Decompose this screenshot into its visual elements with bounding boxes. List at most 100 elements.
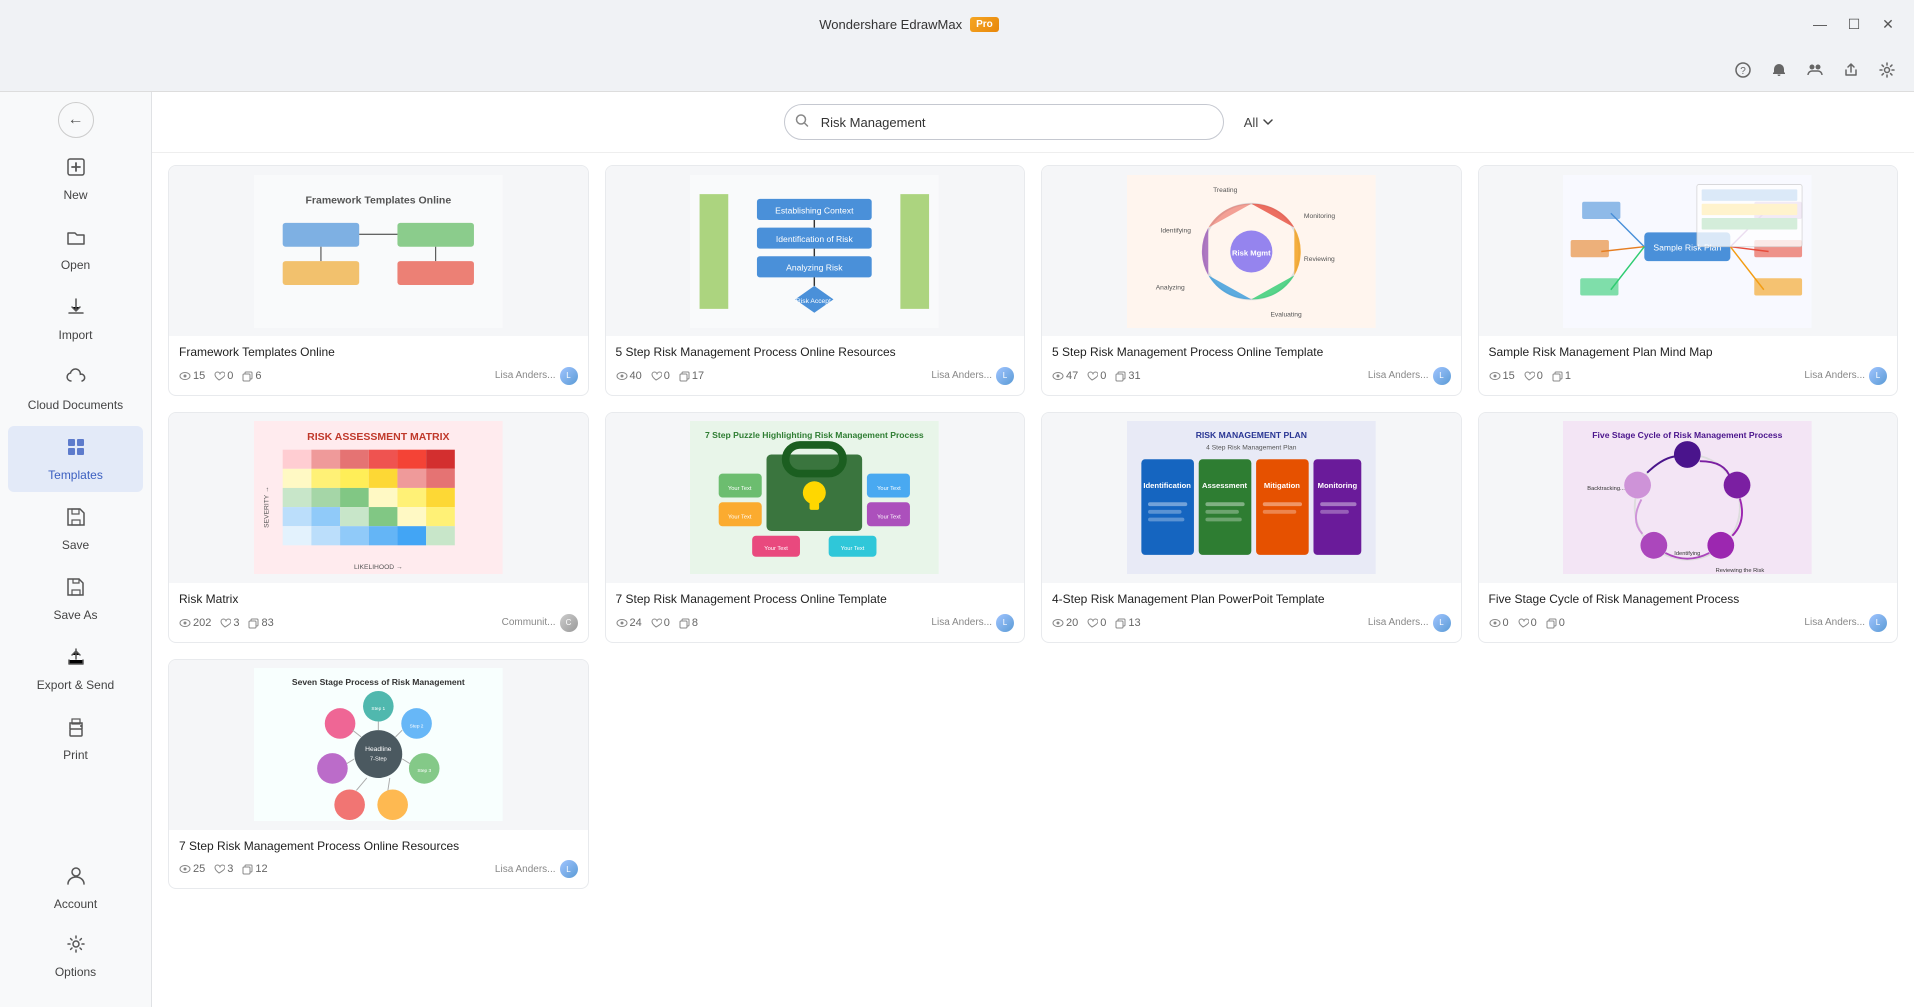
export-icon [65,646,87,674]
options-icon [65,933,87,961]
sidebar-item-import[interactable]: Import [8,286,143,352]
copies-stat: 0 [1545,617,1565,629]
card-title: Framework Templates Online [179,344,578,361]
sidebar-back-area[interactable]: ← [0,100,151,140]
template-card[interactable]: Sample Risk Plan [1478,165,1899,396]
svg-text:Identification: Identification [1143,481,1191,490]
svg-text:Seven Stage Process of Risk Ma: Seven Stage Process of Risk Management [292,677,465,687]
import-label: Import [58,328,92,342]
template-card[interactable]: RISK ASSESSMENT MATRIX [168,412,589,643]
likes-stat: 0 [1523,370,1543,382]
svg-text:Step 2: Step 2 [410,723,424,729]
svg-text:Your Text: Your Text [841,546,865,552]
new-icon [65,156,87,184]
options-label: Options [55,965,96,979]
sidebar-item-print[interactable]: Print [8,706,143,772]
card-meta: 25 3 12 Lisa Anders [179,860,578,878]
sidebar-item-options[interactable]: Options [8,923,143,989]
settings-icon-button[interactable] [1872,55,1902,85]
author-row: Lisa Anders... L [1804,367,1887,385]
main-content: All Framework Templates Online [152,92,1914,1007]
sidebar: ← New Open Import Cloud Documents [0,92,152,1007]
svg-text:Assessment: Assessment [1202,481,1247,490]
account-icon [65,865,87,893]
card-title: 5 Step Risk Management Process Online Re… [616,344,1015,361]
svg-text:RISK MANAGEMENT PLAN: RISK MANAGEMENT PLAN [1196,431,1307,441]
svg-text:Five Stage Cycle of Risk Manag: Five Stage Cycle of Risk Management Proc… [1593,431,1783,441]
share-icon-button[interactable] [1836,55,1866,85]
templates-icon [65,436,87,464]
svg-text:Monitoring: Monitoring [1318,481,1358,490]
svg-text:Your Text: Your Text [728,486,752,492]
sidebar-item-cloud[interactable]: Cloud Documents [8,356,143,422]
sidebar-item-account[interactable]: Account [8,855,143,921]
help-icon-button[interactable]: ? [1728,55,1758,85]
all-filter-button[interactable]: All [1236,111,1282,134]
svg-text:Backtracking...: Backtracking... [1588,486,1626,492]
sidebar-item-save-as[interactable]: Save As [8,566,143,632]
card-info: 4-Step Risk Management Plan PowerPoit Te… [1042,583,1461,642]
card-info: 5 Step Risk Management Process Online Te… [1042,336,1461,395]
card-info: 7 Step Risk Management Process Online Re… [169,830,588,889]
author-avatar: L [996,367,1014,385]
svg-text:?: ? [1740,66,1746,77]
search-wrapper [784,104,1224,140]
card-stats: 40 0 17 [616,370,705,382]
template-card[interactable]: Five Stage Cycle of Risk Management Proc… [1478,412,1899,643]
sidebar-item-new[interactable]: New [8,146,143,212]
sidebar-item-save[interactable]: Save [8,496,143,562]
team-icon-button[interactable] [1800,55,1830,85]
likes-stat: 3 [213,863,233,875]
author-avatar: L [1433,367,1451,385]
template-thumb: Establishing Context Identification of R… [606,166,1025,336]
titlebar-center: Wondershare EdrawMax Pro [819,17,999,32]
restore-button[interactable]: ☐ [1840,10,1868,38]
notifications-icon-button[interactable] [1764,55,1794,85]
account-label: Account [54,897,97,911]
svg-text:7 Step Puzzle Highlighting Ris: 7 Step Puzzle Highlighting Risk Manageme… [705,431,924,441]
copies-stat: 13 [1114,617,1140,629]
pro-badge: Pro [970,17,999,32]
search-input[interactable] [784,104,1224,140]
author-avatar: L [560,860,578,878]
author-avatar: L [560,367,578,385]
views-stat: 25 [179,863,205,875]
template-card[interactable]: Seven Stage Process of Risk Management H… [168,659,589,890]
card-info: Five Stage Cycle of Risk Management Proc… [1479,583,1898,642]
template-thumb: Five Stage Cycle of Risk Management Proc… [1479,413,1898,583]
template-card[interactable]: Risk Mgmt Monitoring Reviewing Evaluatin… [1041,165,1462,396]
sidebar-item-open[interactable]: Open [8,216,143,282]
back-button[interactable]: ← [58,102,94,138]
titlebar-right[interactable]: — ☐ ✕ [1806,10,1902,38]
svg-text:Your Text: Your Text [765,546,789,552]
author-row: Lisa Anders... L [931,367,1014,385]
template-card[interactable]: Establishing Context Identification of R… [605,165,1026,396]
author-row: Lisa Anders... L [495,367,578,385]
templates-label: Templates [48,468,103,482]
sidebar-item-export[interactable]: Export & Send [8,636,143,702]
author-row: Lisa Anders... L [1368,367,1451,385]
copies-stat: 83 [247,617,273,629]
sidebar-item-templates[interactable]: Templates [8,426,143,492]
card-meta: 47 0 31 Lisa Anders [1052,367,1451,385]
card-info: 7 Step Risk Management Process Online Te… [606,583,1025,642]
copies-stat: 17 [678,370,704,382]
likes-stat: 3 [219,617,239,629]
card-meta: 20 0 13 Lisa Anders [1052,614,1451,632]
copies-stat: 6 [241,370,261,382]
svg-text:SEVERITY →: SEVERITY → [263,487,270,529]
copies-stat: 1 [1551,370,1571,382]
views-stat: 15 [1489,370,1515,382]
card-info: Risk Matrix 202 3 [169,583,588,642]
card-stats: 15 0 1 [1489,370,1572,382]
minimize-button[interactable]: — [1806,10,1834,38]
close-button[interactable]: ✕ [1874,10,1902,38]
new-label: New [63,188,87,202]
svg-text:Framework Templates Online: Framework Templates Online [305,194,451,206]
template-card[interactable]: RISK MANAGEMENT PLAN 4 Step Risk Managem… [1041,412,1462,643]
template-card[interactable]: Framework Templates Online Framework Tem… [168,165,589,396]
svg-text:7-Step: 7-Step [370,757,387,763]
search-icon [795,114,809,131]
template-card[interactable]: 7 Step Puzzle Highlighting Risk Manageme… [605,412,1026,643]
svg-text:Risk Accept.: Risk Accept. [796,298,833,305]
